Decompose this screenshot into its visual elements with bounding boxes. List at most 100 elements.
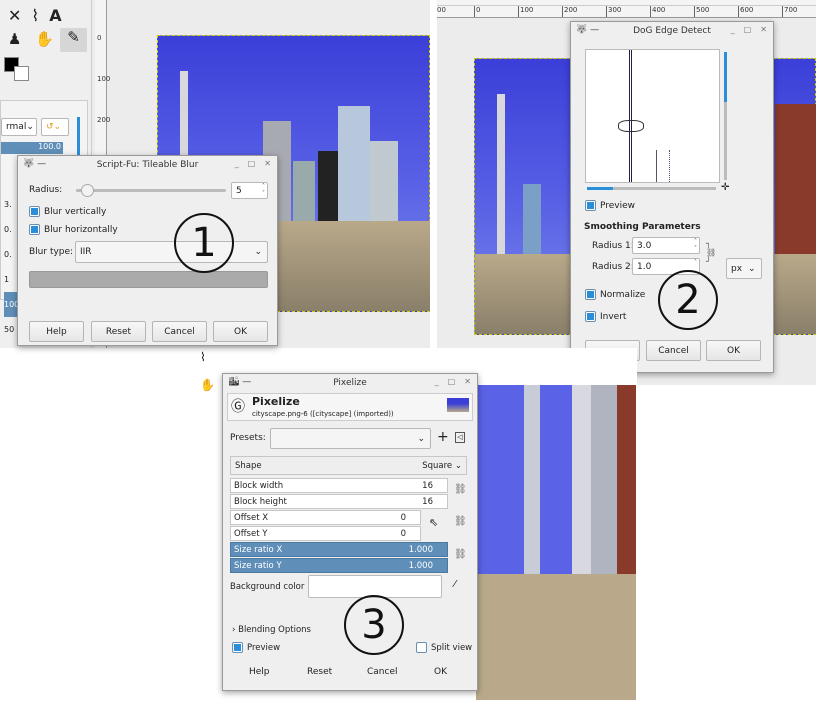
heal-tool-icon[interactable]: ✋ (35, 30, 54, 48)
normalize-checkbox[interactable]: Normalize (585, 289, 645, 300)
close-icon[interactable]: ✕ (464, 377, 471, 386)
preview-checkbox[interactable]: Preview (232, 642, 280, 653)
paintbrush-tool-icon[interactable]: ✎ (60, 28, 87, 52)
chevron-down-icon: ⌄ (748, 263, 756, 274)
stamp-tool-icon[interactable]: ♟ (8, 30, 21, 48)
blur-type-label: Blur type: (29, 247, 74, 257)
dialog-title: Script-Fu: Tileable Blur (96, 160, 199, 170)
step-marker-1: 1 (174, 213, 234, 273)
path-tool-icon[interactable]: ⌇ (200, 350, 224, 364)
image-thumbnail (447, 398, 469, 412)
unit-select[interactable]: px ⌄ (726, 258, 762, 279)
chevron-down-icon: ⌄ (254, 247, 262, 257)
add-preset-icon[interactable]: + (437, 429, 449, 445)
horizontal-ruler: 00 0 100 200 300 400 500 600 700 (437, 6, 816, 18)
preview-area[interactable] (585, 49, 720, 183)
preview-checkbox[interactable]: Preview (585, 200, 635, 211)
checkbox-icon (29, 224, 40, 235)
preset-menu-icon[interactable]: ◁ (455, 432, 465, 443)
background-color[interactable] (14, 66, 29, 81)
mode-select[interactable]: rmal ⌄ (1, 118, 37, 136)
maximize-icon[interactable]: □ (248, 159, 256, 168)
cancel-button[interactable]: Cancel (152, 321, 207, 342)
slider-handle[interactable] (81, 184, 94, 197)
toolbox-fragment: ⌇ ✋ (200, 350, 224, 400)
progress-bar (29, 271, 268, 288)
side-values: 3. 0. 0. 1 100 50 (4, 200, 20, 334)
dialog-titlebar[interactable]: 🏙 — Pixelize _ □ ✕ (223, 374, 477, 392)
section-heading: Smoothing Parameters (584, 222, 701, 232)
preview-hscrollbar[interactable] (587, 187, 716, 190)
invert-checkbox[interactable]: Invert (585, 311, 626, 322)
close-icon[interactable]: ✕ (264, 159, 271, 168)
reset-button[interactable]: Reset (307, 667, 332, 677)
dialog-header: Ⓖ Pixelize cityscape.png-6 ([cityscape] … (227, 393, 473, 421)
checkbox-icon (585, 289, 596, 300)
minimize-icon[interactable]: _ (435, 377, 439, 386)
tileable-blur-dialog: 🐺 — Script-Fu: Tileable Blur _ □ ✕ Radius:… (17, 155, 278, 346)
offset-y-field[interactable]: Offset Y0 (230, 526, 421, 541)
dialog-title: Pixelize (333, 378, 367, 388)
preview-vscrollbar[interactable] (724, 52, 727, 180)
gimp-icon: 🐺 — (23, 159, 47, 169)
step-marker-2: 2 (658, 270, 718, 330)
dialog-titlebar[interactable]: 🐺 — DoG Edge Detect _ □ ✕ (571, 22, 773, 40)
presets-label: Presets: (230, 433, 266, 443)
opacity-slider[interactable]: 100.0 (1, 142, 63, 154)
block-width-field[interactable]: Block width 16 (230, 478, 448, 493)
minimize-icon[interactable]: _ (731, 25, 735, 34)
gimp-icon: 🏙 — (228, 377, 252, 387)
filter-name: Pixelize (252, 395, 300, 408)
blur-horizontally-checkbox[interactable]: Blur horizontally (29, 224, 118, 235)
tool-icons[interactable]: ✕⌇A (8, 6, 72, 25)
chain-link-icon[interactable]: ┐ ⛓ ┘ (706, 239, 716, 266)
chain-link-icon[interactable]: ⛓ (454, 484, 467, 495)
radius-input[interactable]: 5 ˄ ˅ (231, 182, 268, 199)
blur-vertically-checkbox[interactable]: Blur vertically (29, 206, 106, 217)
minimize-icon[interactable]: _ (235, 159, 239, 168)
presets-select[interactable]: ⌄ (270, 428, 431, 449)
chevron-down-icon: ⌄ (454, 460, 462, 471)
cancel-button[interactable]: Cancel (367, 667, 398, 677)
maximize-icon[interactable]: □ (744, 25, 752, 34)
chain-link-icon[interactable]: ⛓ (454, 516, 467, 527)
offset-x-field[interactable]: Offset X0 (230, 510, 421, 525)
blending-options-expander[interactable]: › Blending Options (232, 625, 311, 635)
ok-button[interactable]: OK (706, 340, 761, 361)
reset-button[interactable]: Reset (91, 321, 146, 342)
maximize-icon[interactable]: □ (448, 377, 456, 386)
chevron-down-icon: ⌄ (417, 433, 425, 444)
help-button[interactable]: Help (249, 667, 270, 677)
navigate-icon[interactable]: ✛ (721, 182, 729, 193)
size-ratio-y-field[interactable]: Size ratio Y 1.000 (230, 558, 448, 573)
mouse-cursor-icon: ⇖ (429, 516, 439, 529)
radius1-input[interactable]: 3.0 ˄ ˅ (632, 237, 700, 254)
step-marker-3: 3 (344, 595, 404, 655)
checkbox-icon (29, 206, 40, 217)
chain-link-icon[interactable]: ⛓ (454, 549, 467, 560)
cancel-button[interactable]: Cancel (646, 340, 701, 361)
image-name: cityscape.png-6 ([cityscape] (imported)) (252, 410, 394, 418)
heal-tool-icon[interactable]: ✋ (200, 378, 224, 392)
gimp-icon: 🐺 — (576, 25, 600, 35)
checkbox-icon (585, 200, 596, 211)
pixelized-image[interactable] (476, 385, 636, 700)
shape-select[interactable]: Shape Square ⌄ (230, 456, 467, 475)
ok-button[interactable]: OK (434, 667, 447, 677)
radius2-label: Radius 2: (592, 262, 634, 272)
split-view-checkbox[interactable]: Split view (416, 642, 472, 653)
background-color-label: Background color (230, 582, 305, 592)
radius-slider[interactable] (76, 184, 226, 197)
close-icon[interactable]: ✕ (760, 25, 767, 34)
size-ratio-x-field[interactable]: Size ratio X 1.000 (230, 542, 448, 557)
help-button[interactable]: Help (29, 321, 84, 342)
ok-button[interactable]: OK (213, 321, 268, 342)
blur-type-select[interactable]: IIR ⌄ (75, 241, 268, 263)
checkbox-icon (232, 642, 243, 653)
color-picker-icon[interactable]: ⁄ (454, 579, 456, 590)
dialog-titlebar[interactable]: 🐺 — Script-Fu: Tileable Blur _ □ ✕ (18, 156, 277, 174)
block-height-field[interactable]: Block height 16 (230, 494, 448, 509)
checkbox-icon (416, 642, 427, 653)
checkbox-icon (585, 311, 596, 322)
mode-reset[interactable]: ↺⌄ (41, 118, 69, 136)
